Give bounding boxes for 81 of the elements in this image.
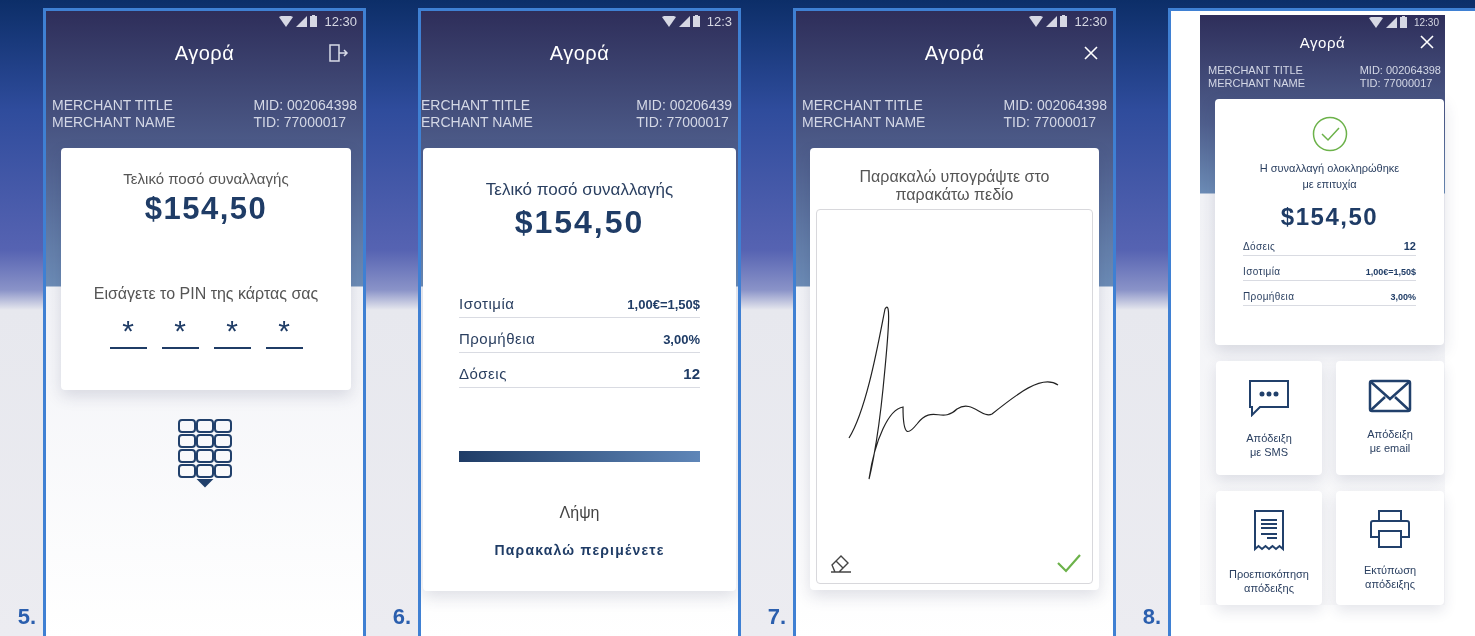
merchant-id: MID: 002064398 xyxy=(253,97,357,114)
detail-label: Προμήθεια xyxy=(459,330,536,347)
close-icon[interactable] xyxy=(1083,45,1099,61)
detail-label: Δόσεις xyxy=(1243,241,1276,252)
wifi-icon xyxy=(1029,15,1044,27)
detail-value: 12 xyxy=(683,365,700,382)
wifi-icon xyxy=(661,15,676,27)
printer-icon xyxy=(1368,509,1412,549)
checkmark-icon[interactable] xyxy=(1056,553,1082,573)
merchant-id: MID: 002064398 xyxy=(1003,97,1107,114)
detail-value: 3,00% xyxy=(1390,292,1416,302)
chat-bubble-icon xyxy=(1248,379,1290,417)
detail-label: Ισοτιμία xyxy=(459,295,515,312)
amount-text: $154,50 xyxy=(1280,203,1379,231)
wifi-icon xyxy=(1368,16,1383,28)
detail-value: 3,00% xyxy=(663,332,700,347)
receipt-icon xyxy=(1252,509,1286,553)
merchant-id: MID: 00206439 xyxy=(636,97,732,114)
merchant-name: ERCHANT NAME xyxy=(421,114,533,131)
battery-icon xyxy=(1399,16,1407,28)
close-icon[interactable] xyxy=(1419,34,1435,50)
step-number: 5. xyxy=(17,604,36,630)
step-number: 6. xyxy=(392,604,411,630)
eraser-icon[interactable] xyxy=(829,553,853,573)
keypad-icon[interactable] xyxy=(176,418,233,490)
screen-title: Αγορά xyxy=(1299,33,1346,51)
pin-digit-field[interactable]: * xyxy=(265,317,303,349)
detail-value: 1,00€=1,50$ xyxy=(1365,267,1416,277)
screen-title: Αγορά xyxy=(174,41,235,65)
terminal-id: TID: 77000017 xyxy=(1003,114,1098,131)
signal-icon xyxy=(678,15,690,27)
signal-icon xyxy=(1046,15,1058,27)
status-time: 12:3 xyxy=(706,13,732,29)
merchant-name: MERCHANT NAME xyxy=(1208,77,1305,90)
battery-icon xyxy=(1060,15,1068,27)
battery-icon xyxy=(692,15,700,27)
battery-icon xyxy=(310,15,318,27)
pin-digit-field[interactable]: * xyxy=(109,317,147,349)
merchant-title: MERCHANT TITLE xyxy=(52,97,174,114)
pin-digit-field[interactable]: * xyxy=(213,317,251,349)
merchant-title: MERCHANT TITLE xyxy=(1208,64,1304,77)
step-number: 7. xyxy=(767,604,786,630)
envelope-icon xyxy=(1368,379,1412,413)
merchant-title: ERCHANT TITLE xyxy=(421,97,532,114)
detail-value: 1,00€=1,50$ xyxy=(627,297,700,312)
exit-icon[interactable] xyxy=(327,42,349,64)
status-time: 12:30 xyxy=(324,13,357,29)
amount-text: $154,50 xyxy=(514,204,645,241)
amount-label: Τελικό ποσό συναλλαγής xyxy=(123,170,289,187)
pin-digit-field[interactable]: * xyxy=(161,317,199,349)
terminal-id: TID: 77000017 xyxy=(636,114,730,131)
merchant-title: MERCHANT TITLE xyxy=(802,97,924,114)
receipt-option-button[interactable]: Απόδειξη με email xyxy=(1336,361,1444,475)
merchant-name: MERCHANT NAME xyxy=(802,114,926,131)
receipt-option-button[interactable]: Απόδειξη με SMS xyxy=(1216,361,1322,475)
wait-message: Παρακαλώ περιμένετε xyxy=(494,542,665,558)
screen-title: Αγορά xyxy=(924,41,985,65)
signal-icon xyxy=(1385,16,1397,28)
receipt-option-button[interactable]: Προεπισκόπηση απόδειξης xyxy=(1216,491,1322,605)
screen-title: Αγορά xyxy=(549,41,610,65)
pin-prompt: Εισάγετε το PIN της κάρτας σας xyxy=(93,285,319,303)
detail-label: Δόσεις xyxy=(459,365,507,382)
receipt-option-button[interactable]: Εκτύπωση απόδειξης xyxy=(1336,491,1444,605)
wifi-icon xyxy=(279,15,294,27)
detail-value: 12 xyxy=(1403,240,1416,252)
merchant-id: MID: 002064398 xyxy=(1359,64,1441,77)
signature-prompt: Παρακαλώ υπογράψτε στο παρακάτω πεδίο xyxy=(858,168,1051,204)
amount-label: Τελικό ποσό συναλλαγής xyxy=(485,180,674,200)
success-check-icon xyxy=(1311,116,1348,152)
status-text: Λήψη xyxy=(559,504,600,522)
status-time: 12:30 xyxy=(1413,16,1439,28)
detail-label: Ισοτιμία xyxy=(1243,266,1281,277)
step-number: 8. xyxy=(1142,604,1161,630)
terminal-id: TID: 77000017 xyxy=(253,114,348,131)
detail-label: Προμήθεια xyxy=(1243,291,1295,302)
amount-text: $154,50 xyxy=(144,191,268,227)
status-time: 12:30 xyxy=(1074,13,1107,29)
merchant-name: MERCHANT NAME xyxy=(52,114,176,131)
signal-icon xyxy=(296,15,308,27)
success-message: Η συναλλαγή ολοκληρώθηκε με επιτυχία xyxy=(1258,161,1401,192)
terminal-id: TID: 77000017 xyxy=(1359,77,1434,90)
